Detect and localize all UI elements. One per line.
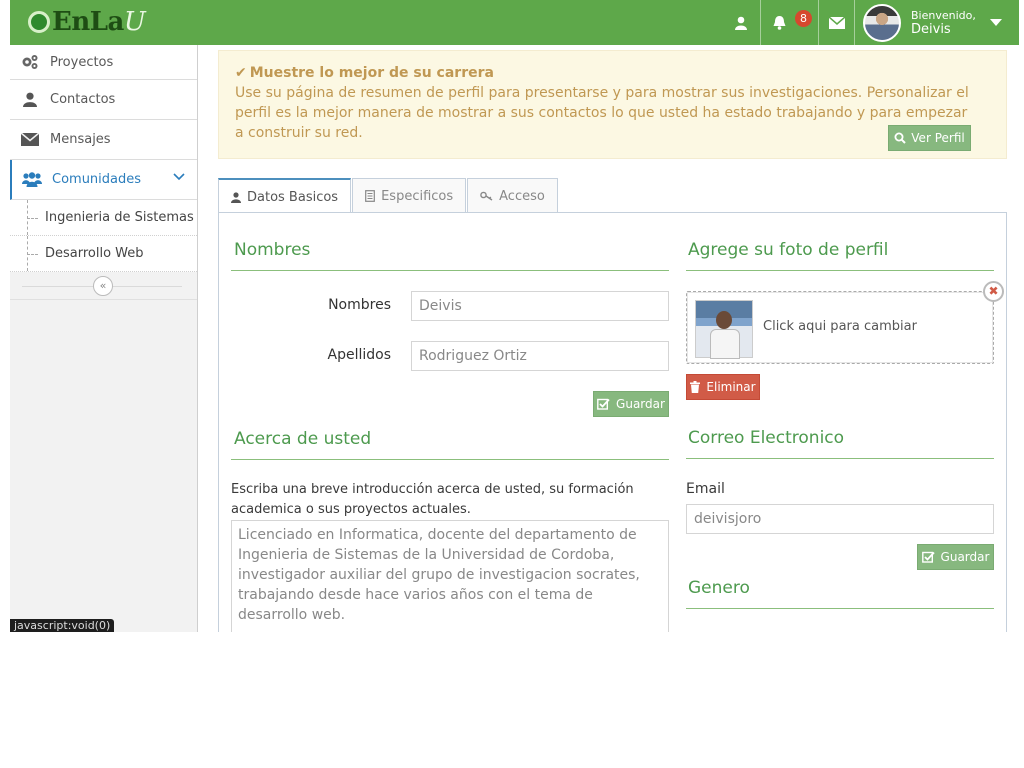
status-bar-url: javascript:void(0) bbox=[10, 619, 115, 632]
tab-acceso[interactable]: Acceso bbox=[467, 178, 558, 213]
user-icon bbox=[10, 92, 50, 107]
photo-change-caption: Click aqui para cambiar bbox=[763, 319, 917, 334]
messages-button[interactable] bbox=[818, 0, 854, 45]
envelope-icon bbox=[10, 133, 50, 146]
section-divider bbox=[686, 270, 994, 271]
top-navbar: EnLaU 8 Bienvenido, Deivis bbox=[10, 0, 1019, 45]
save-email-button[interactable]: Guardar bbox=[917, 544, 994, 570]
document-icon bbox=[365, 190, 375, 202]
sidebar-item-label: Contactos bbox=[50, 92, 116, 107]
last-name-label: Apellidos bbox=[327, 347, 392, 363]
profile-tip-alert: ✔ Muestre lo mejor de su carrera Use su p… bbox=[218, 50, 1007, 159]
sidebar-item-comunidades[interactable]: Comunidades bbox=[10, 160, 197, 200]
view-profile-button[interactable]: Ver Perfil bbox=[888, 125, 971, 151]
logo-text: EnLaU bbox=[52, 7, 146, 37]
trash-icon bbox=[690, 381, 701, 393]
sidebar-item-contactos[interactable]: Contactos bbox=[10, 80, 197, 120]
section-title-foto: Agrege su foto de perfil bbox=[688, 240, 889, 260]
alert-title: Muestre lo mejor de su carrera bbox=[249, 65, 494, 81]
first-name-label: Nombres bbox=[328, 297, 391, 313]
alert-title-row: ✔ Muestre lo mejor de su carrera bbox=[235, 65, 990, 81]
user-icon bbox=[231, 191, 241, 203]
save-label: Guardar bbox=[616, 397, 665, 411]
view-profile-label: Ver Perfil bbox=[911, 131, 965, 145]
sidebar-item-label: Proyectos bbox=[50, 54, 114, 70]
logo-ring-icon bbox=[28, 11, 50, 33]
tab-label: Acceso bbox=[499, 188, 545, 204]
section-divider bbox=[686, 458, 994, 459]
collapse-sidebar-button[interactable]: « bbox=[93, 276, 113, 296]
user-name: Deivis bbox=[911, 21, 951, 37]
app-window: EnLaU 8 Bienvenido, Deivis Proyectos Con… bbox=[10, 0, 1019, 632]
sidebar: Proyectos Contactos Mensajes Comunidades… bbox=[10, 45, 198, 632]
section-title-correo: Correo Electronico bbox=[688, 428, 845, 448]
profile-photo-thumbnail bbox=[695, 300, 753, 359]
profile-photo-dropzone[interactable]: Click aqui para cambiar bbox=[686, 291, 994, 364]
gears-icon bbox=[10, 54, 50, 70]
section-title-acerca: Acerca de usted bbox=[234, 429, 372, 449]
navbar-actions: 8 Bienvenido, Deivis bbox=[722, 0, 1019, 45]
notifications-button[interactable]: 8 bbox=[760, 0, 818, 45]
profile-tabs: Datos Basicos Especificos Acceso bbox=[218, 178, 559, 214]
tab-label: Datos Basicos bbox=[247, 189, 339, 205]
tab-datos-basicos[interactable]: Datos Basicos bbox=[218, 178, 352, 214]
last-name-input[interactable]: Rodriguez Ortiz bbox=[411, 341, 669, 371]
check-square-icon bbox=[921, 551, 935, 563]
tab-especificos[interactable]: Especificos bbox=[352, 178, 467, 213]
first-name-input[interactable]: Deivis bbox=[411, 291, 669, 321]
sidebar-item-label: Comunidades bbox=[52, 172, 142, 187]
section-title-nombres: Nombres bbox=[234, 240, 311, 260]
section-divider bbox=[231, 270, 669, 271]
sidebar-subitem-ingenieria-sistemas[interactable]: Ingenieria de Sistemas bbox=[10, 200, 197, 236]
bell-icon bbox=[773, 16, 786, 30]
email-input[interactable]: deivisjoro bbox=[686, 504, 994, 534]
caret-down-icon bbox=[989, 19, 1002, 26]
sidebar-item-proyectos[interactable]: Proyectos bbox=[10, 45, 197, 80]
sidebar-item-mensajes[interactable]: Mensajes bbox=[10, 120, 197, 160]
key-icon bbox=[480, 191, 493, 201]
sidebar-subitem-label: Desarrollo Web bbox=[45, 246, 144, 261]
sidebar-subitem-label: Ingenieria de Sistemas bbox=[45, 210, 194, 225]
delete-label: Eliminar bbox=[706, 380, 756, 394]
alert-text: Use su página de resumen de perfil para … bbox=[235, 85, 969, 141]
avatar bbox=[863, 3, 901, 42]
welcome-label: Bienvenido, bbox=[911, 8, 976, 22]
user-menu[interactable]: Bienvenido, Deivis bbox=[854, 0, 1019, 45]
remove-photo-icon[interactable]: ✖ bbox=[983, 281, 1004, 302]
sidebar-item-label: Mensajes bbox=[50, 132, 111, 147]
search-icon bbox=[894, 132, 906, 144]
save-label: Guardar bbox=[940, 550, 990, 564]
welcome-text: Bienvenido, Deivis bbox=[911, 9, 976, 37]
check-square-icon bbox=[597, 398, 610, 410]
envelope-icon bbox=[828, 16, 845, 29]
profile-nav-button[interactable] bbox=[722, 0, 760, 45]
delete-photo-button[interactable]: Eliminar bbox=[686, 374, 760, 400]
about-textarea[interactable]: Licenciado en Informatica, docente del d… bbox=[231, 520, 669, 632]
sidebar-subitem-desarrollo-web[interactable]: Desarrollo Web bbox=[10, 236, 197, 272]
about-intro-text: Escriba una breve introducción acerca de… bbox=[231, 482, 634, 517]
email-label: Email bbox=[686, 481, 725, 497]
section-title-genero: Genero bbox=[688, 578, 750, 598]
tab-label: Especificos bbox=[381, 188, 454, 204]
user-icon bbox=[735, 16, 747, 30]
brand-logo[interactable]: EnLaU bbox=[28, 6, 146, 38]
chevron-down-icon bbox=[173, 173, 185, 181]
section-divider bbox=[231, 459, 669, 460]
save-names-button[interactable]: Guardar bbox=[593, 391, 669, 417]
sidebar-collapse-row: « bbox=[10, 272, 197, 300]
users-icon bbox=[12, 172, 52, 187]
section-divider bbox=[686, 608, 994, 609]
check-icon: ✔ bbox=[235, 65, 247, 81]
notifications-badge: 8 bbox=[795, 10, 812, 27]
